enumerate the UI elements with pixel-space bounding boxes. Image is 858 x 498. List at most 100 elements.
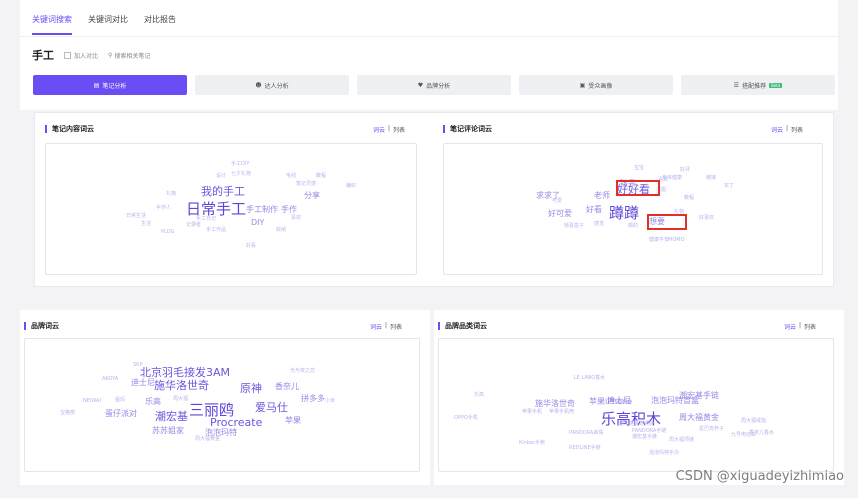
list-toggle[interactable]: 列表 — [791, 125, 803, 134]
cloud-word: 爱马仕 — [255, 401, 288, 414]
cloud-toggle[interactable]: 词云 — [373, 125, 385, 134]
cloud-word: 宝格丽 — [60, 410, 76, 416]
cloud-word: 周大福黄金 — [679, 413, 719, 422]
brand-category-word-cloud: 乐高积木 施华洛世奇 苹果iPhone 泡泡玛特盲盒 周大福黄金 迪士尼 潮宏基手链 苹果手机… — [438, 338, 834, 472]
note-content-word-cloud: 日常手工 我的手工 手工制作 DIY 手作 分享 手工日记 记录者 手工DIY 七夕礼物 笔记灵感编… — [45, 143, 417, 275]
cloud-word: 健康平安 — [649, 237, 670, 243]
toggle-divider: | — [385, 322, 388, 329]
note-analysis-button[interactable]: ▤ 笔记分析 — [33, 75, 187, 95]
brand-view-toggle: 词云 | 列表 — [370, 322, 402, 331]
influencer-analysis-label: 达人分析 — [264, 82, 289, 90]
cloud-word: 记录者 — [186, 222, 202, 228]
cloud-word: 潮宏基手链 — [679, 391, 719, 400]
note-content-view-toggle: 词云 | 列表 — [373, 125, 405, 134]
cloud-word: LE LABO香水 — [574, 375, 606, 381]
brand-word-cloud: 三丽鸥 施华洛世奇 北京羽毛接发3AM Procreate 爱马仕 潮宏基 原神 香奈儿 迪士尼… — [24, 338, 420, 472]
tab-keyword-search[interactable]: 关键词搜索 — [32, 14, 72, 35]
list-toggle[interactable]: 列表 — [390, 322, 402, 331]
audience-profile-button[interactable]: ▣ 受众画像 — [519, 75, 673, 95]
match-recommend-button[interactable]: ☰ 搭配推荐 Beta — [681, 75, 835, 95]
toggle-divider: | — [786, 125, 789, 132]
note-clouds-section: 笔记内容词云 词云 | 列表 日常手工 我的手工 手工制作 DIY 手作 分享 手工日记 记录… — [34, 112, 834, 287]
checkbox-box — [64, 51, 71, 59]
cloud-word: 迪士尼 — [131, 378, 155, 387]
analysis-buttons: ▤ 笔记分析 ☻ 达人分析 ♥ 品牌分析 ▣ 受众画像 ☰ 搭配推荐 Beta — [33, 75, 835, 95]
toggle-divider: | — [799, 322, 802, 329]
highlight-box — [647, 214, 687, 230]
cloud-word: 周大福项链 — [669, 437, 695, 443]
cloud-word: Procreate — [210, 416, 263, 429]
search-icon: ⚲ — [108, 51, 113, 59]
header-section: 关键词搜索 关键词对比 对比报告 手工 加入对比 ⚲ 搜索相关笔记 ▤ 笔记分析… — [20, 0, 838, 110]
cloud-word: 编织 — [346, 183, 357, 189]
brand-analysis-button[interactable]: ♥ 品牌分析 — [357, 75, 511, 95]
note-analysis-label: 笔记分析 — [102, 82, 127, 90]
list-toggle[interactable]: 列表 — [393, 125, 405, 134]
cloud-word: 毛线 — [286, 173, 297, 179]
cloud-word: 可爱 — [552, 198, 563, 204]
cloud-word: 施华洛世奇项链 — [619, 421, 655, 427]
add-compare-label: 加入对比 — [74, 52, 99, 60]
cloud-word: 教程 — [316, 173, 327, 179]
cloud-word: 手工DIY — [231, 161, 250, 167]
tab-keyword-compare[interactable]: 关键词对比 — [88, 14, 128, 35]
cloud-word: 手工作品 — [206, 227, 227, 233]
cloud-word: 好可爱 — [548, 209, 572, 218]
cloud-word: 施华洛世奇 — [535, 399, 575, 408]
cloud-word: 蹲蹲 — [609, 204, 640, 222]
cloud-word: 礼物 — [166, 191, 177, 197]
note-comment-view-toggle: 词云 | 列表 — [771, 125, 803, 134]
cloud-word: 乐高 — [145, 397, 161, 406]
cloud-word: OPPO手机 — [454, 415, 478, 421]
cloud-word: 香奈儿 — [275, 382, 299, 391]
cloud-toggle[interactable]: 词云 — [771, 125, 783, 134]
cloud-word: 我的手工 — [201, 185, 245, 198]
keyword-title: 手工 — [32, 49, 54, 62]
heart-icon: ♥ — [417, 81, 424, 89]
cloud-word: 日常生活 — [126, 213, 147, 219]
cloud-word: 教程 — [684, 195, 695, 201]
top-tabs: 关键词搜索 关键词对比 对比报告 — [32, 14, 176, 35]
cloud-word: 猛玛 — [115, 397, 126, 403]
cloud-word: 香奈儿香水 — [749, 430, 775, 436]
cloud-word: 周大福戒指 — [741, 418, 767, 424]
cloud-word: 泡泡玛特手办 — [649, 450, 680, 456]
cloud-word: 施华洛世奇 — [154, 379, 209, 392]
note-comment-cloud-title: 笔记评论词云 — [443, 125, 492, 133]
cloud-word: 宝宝 — [634, 165, 645, 171]
brand-cloud-title: 品牌词云 — [24, 322, 59, 330]
cloud-word: 老师 — [594, 191, 610, 200]
brand-category-cloud-section: 品牌品类词云 词云 | 列表 乐高积木 施华洛世奇 苹果iPhone 泡泡玛特盲盒 周大… — [434, 310, 844, 485]
brand-category-view-toggle: 词云 | 列表 — [784, 322, 816, 331]
cloud-word: MOMO — [668, 237, 685, 243]
cloud-word: 迪士尼 — [607, 396, 631, 405]
cloud-word: 星巴克杯子 — [699, 426, 725, 432]
cloud-word: 蛋仔派对 — [105, 409, 137, 418]
cloud-word: 链接 — [706, 175, 717, 181]
cloud-word: 潮宏基 — [155, 410, 188, 423]
influencer-analysis-button[interactable]: ☻ 达人分析 — [195, 75, 349, 95]
cloud-word: 苹果手机壳 — [549, 409, 575, 415]
cloud-word: 原神 — [240, 382, 262, 395]
brand-cloud-section: 品牌词云 词云 | 列表 三丽鸥 施华洛世奇 北京羽毛接发3AM Procreate 爱… — [20, 310, 430, 485]
cloud-toggle[interactable]: 词云 — [370, 322, 382, 331]
cloud-word: 分享 — [304, 191, 320, 200]
cloud-word: 好看 — [586, 205, 602, 214]
list-toggle[interactable]: 列表 — [804, 322, 816, 331]
cloud-word: 做的 — [628, 223, 639, 229]
cloud-word: 买了 — [724, 183, 735, 189]
search-related-notes-link[interactable]: ⚲ 搜索相关笔记 — [108, 51, 150, 60]
tab-compare-report[interactable]: 对比报告 — [144, 14, 176, 35]
cloud-word: 手作 — [281, 205, 297, 214]
cloud-word: 七夕礼物 — [231, 171, 252, 177]
cloud-word: 苹果 — [285, 416, 301, 425]
cloud-word: 设计 — [216, 173, 227, 179]
cloud-word: 苏苏姐家 — [152, 426, 184, 435]
beta-badge: Beta — [769, 82, 783, 88]
cloud-word: 周大福 — [173, 396, 189, 402]
cloud-word: 拼多多 — [301, 394, 325, 403]
cloud-toggle[interactable]: 词云 — [784, 322, 796, 331]
add-compare-checkbox[interactable]: 加入对比 — [64, 51, 98, 60]
cloud-word: 笔记灵感 — [296, 181, 317, 187]
cloud-word: 身体健康 — [662, 175, 683, 181]
